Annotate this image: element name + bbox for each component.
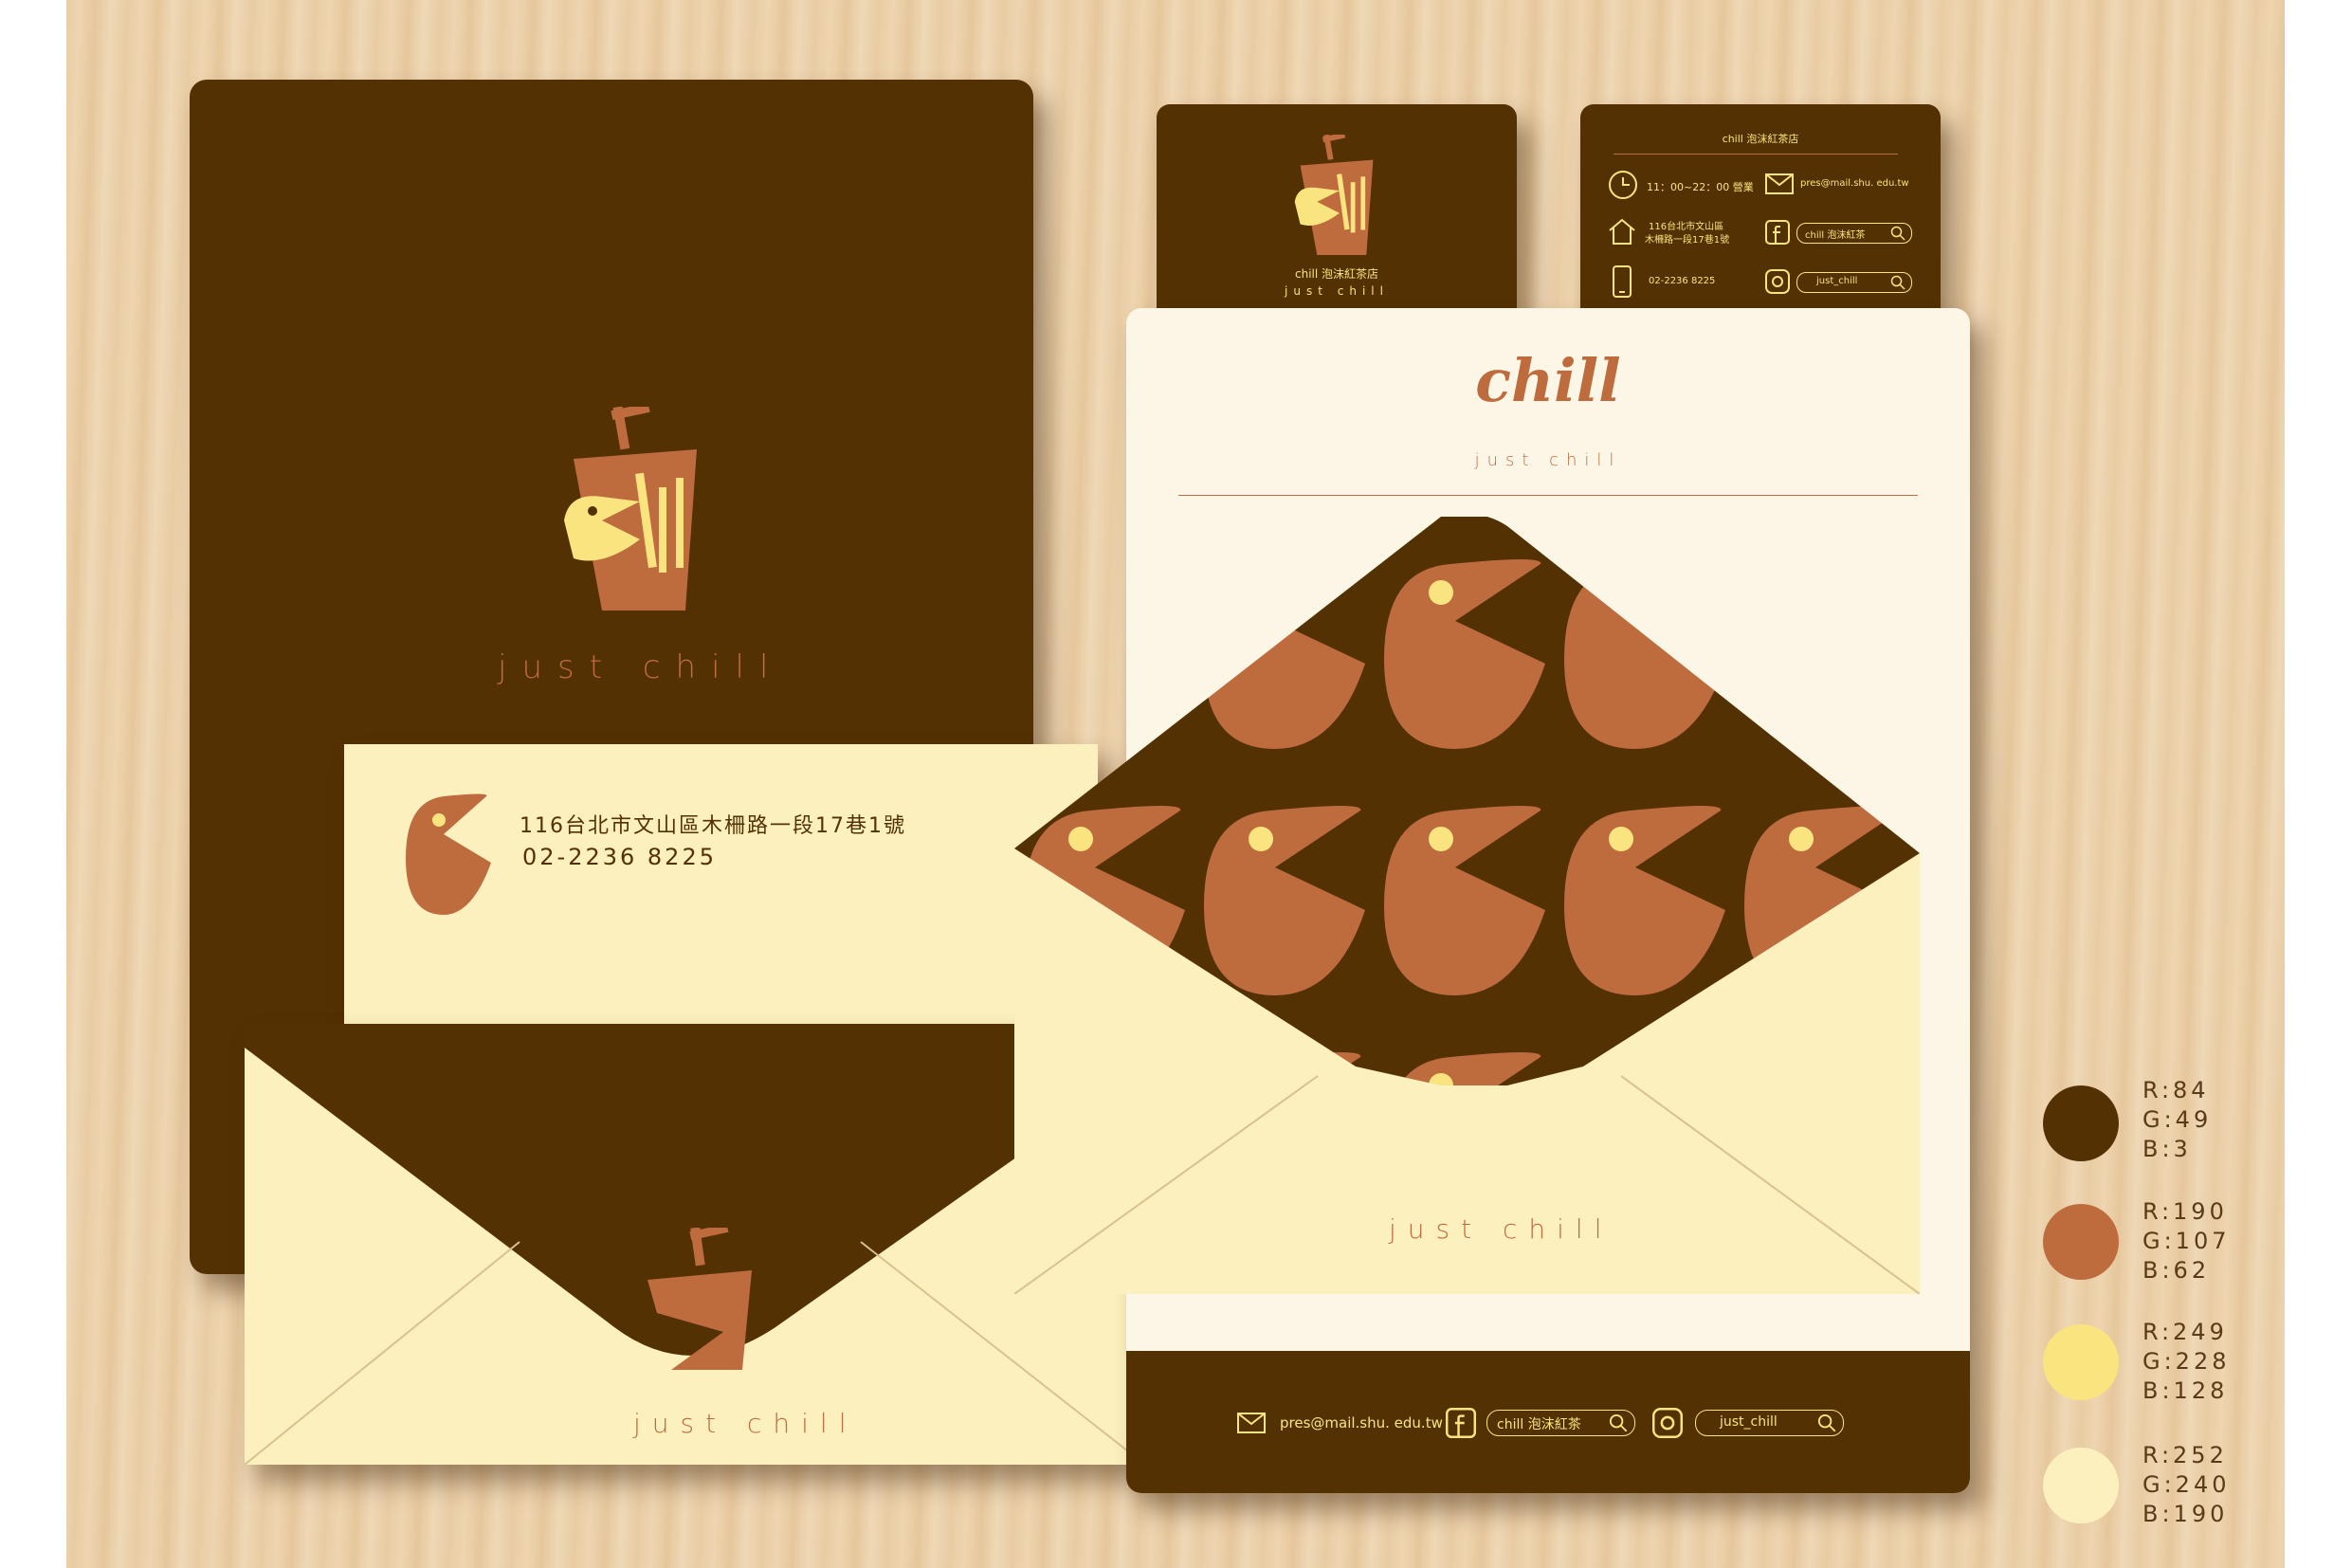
swatch-1-r: R:84	[2142, 1077, 2210, 1103]
letterhead-logo-word: chill	[1475, 346, 1621, 415]
phone-icon	[1613, 265, 1632, 298]
card-back-facebook: chill 泡沫紅茶	[1805, 230, 1866, 241]
swatch-3-values: R:249 G:228 B:128	[2142, 1318, 2231, 1406]
business-card-front: chill 泡沫紅茶店 just chill	[1157, 104, 1517, 324]
swatch-4-values: R:252 G:240 B:190	[2142, 1441, 2231, 1529]
swatch-3-g: G:228	[2142, 1348, 2231, 1375]
swatch-4-b: B:190	[2142, 1501, 2229, 1527]
card-back-email: pres@mail.shu. edu.tw	[1800, 178, 1909, 189]
swatch-1	[2043, 1085, 2119, 1161]
search-icon	[1817, 1413, 1836, 1432]
open-envelope-tagline: just chill	[1389, 1213, 1614, 1245]
letterhead-tagline: just chill	[1474, 450, 1622, 470]
swatch-2-values: R:190 G:107 B:62	[2142, 1197, 2231, 1285]
cup-logo-icon	[564, 407, 697, 611]
search-icon	[1609, 1413, 1628, 1432]
footer-instagram: just_chill	[1720, 1414, 1778, 1430]
swatch-2-b: B:62	[2142, 1257, 2211, 1284]
footer-facebook: chill 泡沫紅茶	[1497, 1417, 1581, 1432]
envelope-back-left: just chill	[245, 1024, 1145, 1465]
swatch-3-b: B:128	[2142, 1377, 2229, 1404]
swatch-2-g: G:107	[2142, 1228, 2231, 1254]
card-back-instagram-box[interactable]: just_chill	[1796, 272, 1912, 293]
facebook-icon	[1765, 220, 1790, 245]
folder-tagline: just chill	[498, 648, 784, 686]
swatch-1-values: R:84 G:49 B:3	[2142, 1076, 2212, 1164]
instagram-icon	[1765, 269, 1790, 294]
cup-mark-icon	[647, 1228, 752, 1370]
open-envelope: just chill	[1014, 517, 1920, 1294]
swatch-3	[2043, 1324, 2119, 1400]
swatch-2-r: R:190	[2142, 1198, 2228, 1225]
card-front-name: chill 泡沫紅茶店	[1294, 267, 1379, 281]
envelope-left-tagline: just chill	[633, 1408, 858, 1439]
swatch-3-r: R:249	[2142, 1319, 2228, 1345]
cup-logo-small-icon	[1294, 135, 1374, 256]
clock-icon	[1609, 171, 1637, 199]
facebook-icon	[1446, 1408, 1476, 1438]
letterhead-rule	[1178, 495, 1918, 496]
wood-background: just chill 116台北市文山區木柵路一段17巷1號 02-2236 8…	[66, 0, 2285, 1568]
swatch-4	[2043, 1448, 2119, 1523]
swatch-4-r: R:252	[2142, 1442, 2228, 1468]
color-palette: R:84 G:49 B:3 R:190 G:107 B:62 R:249 G:2…	[2043, 1076, 2261, 1531]
letterhead-footer: pres@mail.shu. edu.tw chill 泡沫紅茶 just_ch…	[1126, 1351, 1970, 1493]
footer-email: pres@mail.shu. edu.tw	[1280, 1414, 1443, 1431]
swatch-2	[2043, 1204, 2119, 1280]
business-card-back: chill 泡沫紅茶店 11：00~22：00 營業 pres@mail.shu…	[1580, 104, 1941, 324]
card-back-title: chill 泡沫紅茶店	[1722, 133, 1799, 145]
card-back-address-2: 木柵路一段17巷1號	[1645, 235, 1730, 246]
envelope-phone: 02-2236 8225	[522, 844, 717, 870]
card-back-instagram: just_chill	[1816, 276, 1858, 286]
instagram-icon	[1652, 1408, 1683, 1438]
mail-icon	[1765, 173, 1794, 194]
footer-facebook-box[interactable]: chill 泡沫紅茶	[1486, 1410, 1635, 1436]
bird-mark-icon	[406, 793, 491, 915]
card-back-divider	[1614, 154, 1898, 155]
envelope-address: 116台北市文山區木柵路一段17巷1號	[520, 814, 906, 838]
envelope-pattern-lining	[1014, 517, 1920, 1294]
footer-instagram-box[interactable]: just_chill	[1695, 1410, 1844, 1436]
mail-icon	[1237, 1413, 1266, 1433]
house-icon	[1609, 218, 1635, 245]
card-back-address-1: 116台北市文山區	[1649, 222, 1724, 232]
swatch-4-g: G:240	[2142, 1471, 2231, 1498]
swatch-1-b: B:3	[2142, 1136, 2192, 1162]
search-icon	[1890, 275, 1905, 290]
search-icon	[1890, 226, 1905, 241]
card-back-facebook-box[interactable]: chill 泡沫紅茶	[1796, 223, 1912, 244]
card-front-tagline: just chill	[1285, 284, 1389, 298]
card-back-hours: 11：00~22：00 營業	[1647, 181, 1754, 193]
envelope-front-label: 116台北市文山區木柵路一段17巷1號 02-2236 8225	[344, 744, 1098, 1024]
card-back-phone: 02-2236 8225	[1649, 276, 1716, 286]
swatch-1-g: G:49	[2142, 1106, 2213, 1133]
